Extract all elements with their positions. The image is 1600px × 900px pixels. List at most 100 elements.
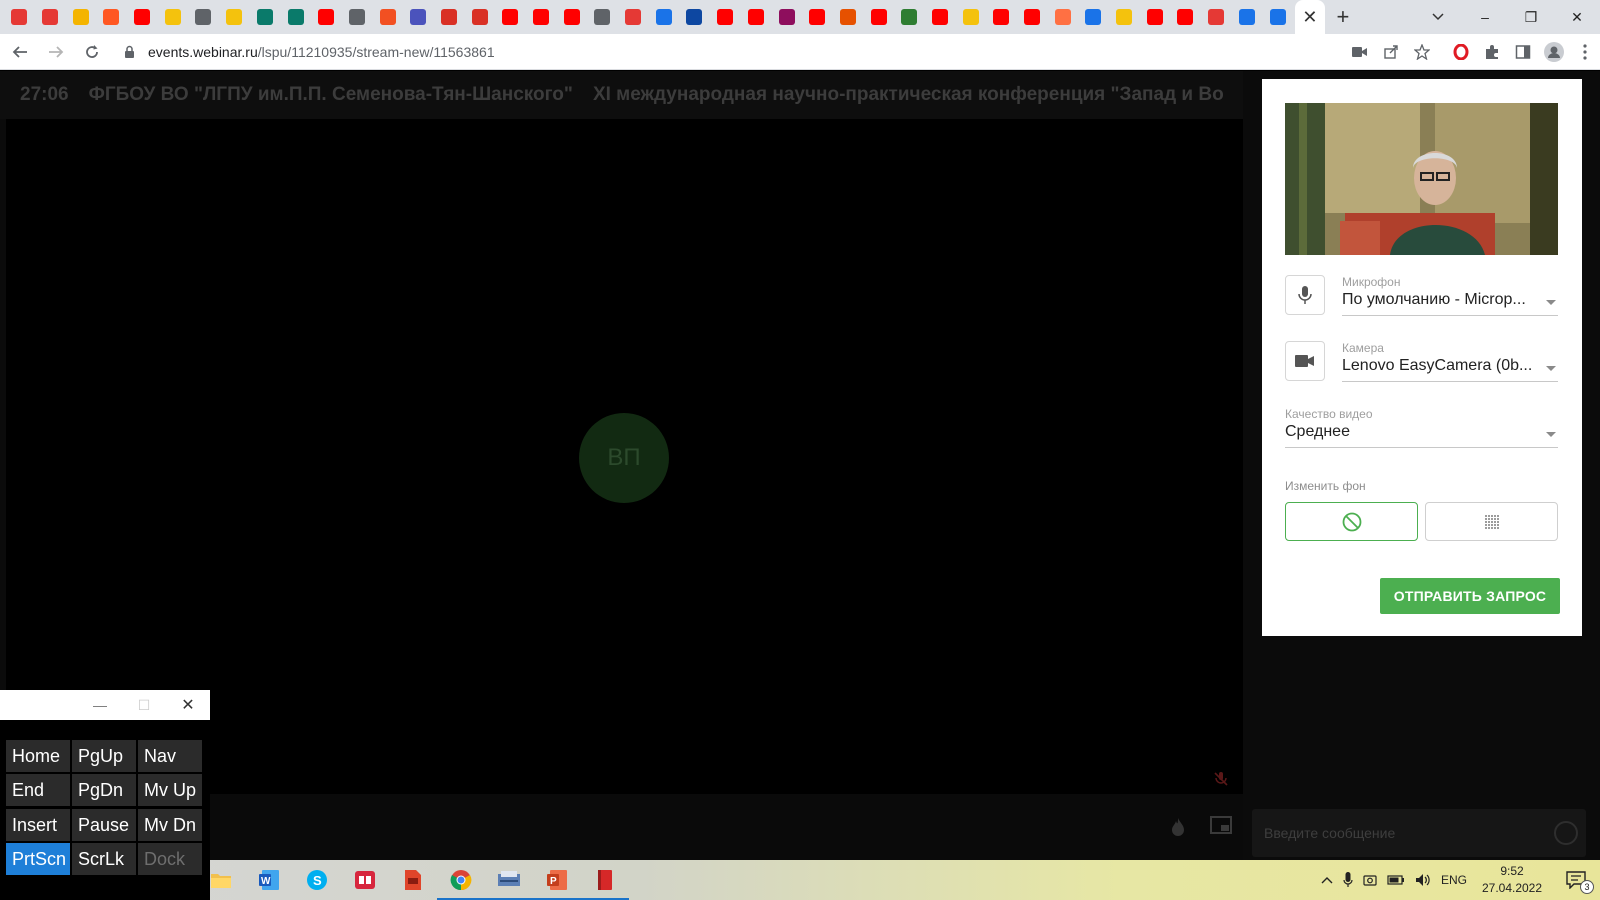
tab-favicon[interactable] xyxy=(1139,0,1170,34)
pdf-app-icon[interactable] xyxy=(399,866,427,894)
tab-favicon[interactable] xyxy=(955,0,986,34)
tab-favicon[interactable] xyxy=(495,0,526,34)
emoji-icon[interactable] xyxy=(1554,821,1578,845)
extensions-puzzle-icon[interactable] xyxy=(1476,37,1507,68)
new-tab-button[interactable]: + xyxy=(1325,0,1361,34)
osk-key-scrlk[interactable]: ScrLk xyxy=(72,843,136,875)
tab-favicon[interactable] xyxy=(1078,0,1109,34)
volume-icon[interactable] xyxy=(1410,860,1436,900)
tab-favicon[interactable] xyxy=(157,0,188,34)
picture-in-picture-icon[interactable] xyxy=(1208,812,1234,838)
tab-favicon[interactable] xyxy=(188,0,219,34)
chrome-icon[interactable] xyxy=(437,866,485,900)
osk-key-prtscn[interactable]: PrtScn xyxy=(6,843,70,875)
tab-favicon[interactable] xyxy=(1232,0,1263,34)
chrome-menu-icon[interactable] xyxy=(1569,37,1600,68)
tab-favicon[interactable] xyxy=(372,0,403,34)
tab-favicon[interactable] xyxy=(403,0,434,34)
bookmark-star-icon[interactable] xyxy=(1406,37,1437,68)
microphone-icon[interactable] xyxy=(1285,275,1325,315)
skype-icon[interactable]: S xyxy=(303,866,331,894)
tab-favicon[interactable] xyxy=(1262,0,1293,34)
tab-favicon[interactable] xyxy=(434,0,465,34)
tab-favicon[interactable] xyxy=(4,0,35,34)
input-language[interactable]: ENG xyxy=(1436,860,1472,900)
lock-icon[interactable] xyxy=(120,43,138,61)
osk-key-pgup[interactable]: PgUp xyxy=(72,740,136,772)
battery-icon[interactable] xyxy=(1382,860,1410,900)
tab-favicon[interactable] xyxy=(587,0,618,34)
tab-favicon[interactable] xyxy=(894,0,925,34)
close-window-button[interactable]: ✕ xyxy=(1554,0,1600,34)
camera-in-use-icon[interactable] xyxy=(1344,37,1375,68)
restore-button[interactable]: ❐ xyxy=(1508,0,1554,34)
word-icon[interactable]: W xyxy=(255,866,283,894)
tab-favicon[interactable] xyxy=(1109,0,1140,34)
microphone-tray-icon[interactable] xyxy=(1338,860,1358,900)
tab-favicon[interactable] xyxy=(1017,0,1048,34)
share-icon[interactable] xyxy=(1375,37,1406,68)
send-request-button[interactable]: ОТПРАВИТЬ ЗАПРОС xyxy=(1380,578,1560,614)
osk-key-dock[interactable]: Dock xyxy=(138,843,202,875)
video-quality-select[interactable]: Качество видео Среднее xyxy=(1285,407,1558,448)
tab-favicon[interactable] xyxy=(802,0,833,34)
tab-favicon[interactable] xyxy=(1047,0,1078,34)
minimize-button[interactable]: – xyxy=(1462,0,1508,34)
osk-key-end[interactable]: End xyxy=(6,774,70,806)
file-explorer-icon[interactable] xyxy=(207,866,235,894)
tab-favicon[interactable] xyxy=(833,0,864,34)
tab-favicon[interactable] xyxy=(618,0,649,34)
red-book-app-icon[interactable] xyxy=(581,866,629,900)
osk-key-home[interactable]: Home xyxy=(6,740,70,772)
tab-favicon[interactable] xyxy=(65,0,96,34)
tab-favicon[interactable] xyxy=(679,0,710,34)
osk-minimize-button[interactable]: — xyxy=(78,690,122,720)
side-panel-icon[interactable] xyxy=(1507,37,1538,68)
tab-search-button[interactable] xyxy=(1421,0,1455,34)
tab-favicon[interactable] xyxy=(771,0,802,34)
osk-key-pgdn[interactable]: PgDn xyxy=(72,774,136,806)
camera-icon[interactable] xyxy=(1285,341,1325,381)
no-background-option[interactable] xyxy=(1285,502,1418,541)
reload-button[interactable] xyxy=(76,36,108,68)
address-bar[interactable]: events.webinar.ru/lspu/11210935/stream-n… xyxy=(110,37,1315,67)
tab-favicon[interactable] xyxy=(219,0,250,34)
tab-favicon[interactable] xyxy=(741,0,772,34)
camera-select[interactable]: Камера Lenovo EasyCamera (0b... xyxy=(1342,341,1558,382)
show-hidden-icons-chevron-icon[interactable] xyxy=(1316,860,1338,900)
tab-favicon[interactable] xyxy=(127,0,158,34)
osk-key-insert[interactable]: Insert xyxy=(6,809,70,841)
tab-favicon[interactable] xyxy=(863,0,894,34)
tab-favicon[interactable] xyxy=(1201,0,1232,34)
tab-favicon[interactable] xyxy=(342,0,373,34)
osk-close-button[interactable]: ✕ xyxy=(166,690,210,720)
profile-avatar-icon[interactable] xyxy=(1538,37,1569,68)
reactions-fire-icon[interactable] xyxy=(1165,814,1191,840)
powerpoint-icon[interactable]: P xyxy=(533,866,581,900)
tab-favicon[interactable] xyxy=(556,0,587,34)
opera-extension-icon[interactable] xyxy=(1445,37,1476,68)
tab-favicon[interactable] xyxy=(96,0,127,34)
blur-background-option[interactable] xyxy=(1425,502,1558,541)
tab-favicon[interactable] xyxy=(526,0,557,34)
back-button[interactable] xyxy=(4,36,36,68)
system-clock[interactable]: 9:52 27.04.2022 xyxy=(1472,863,1552,897)
reader-app-icon[interactable] xyxy=(351,866,379,894)
osk-maximize-button[interactable]: ☐ xyxy=(122,690,166,720)
tab-favicon[interactable] xyxy=(250,0,281,34)
osk-key-mv-up[interactable]: Mv Up xyxy=(138,774,202,806)
chat-message-input[interactable]: Введите сообщение xyxy=(1252,809,1586,857)
active-tab-close-button[interactable]: ✕ xyxy=(1294,0,1325,34)
scanner-app-icon[interactable] xyxy=(485,866,533,900)
tab-favicon[interactable] xyxy=(311,0,342,34)
notifications-button[interactable]: 3 xyxy=(1552,860,1600,900)
tab-favicon[interactable] xyxy=(35,0,66,34)
forward-button[interactable] xyxy=(40,36,72,68)
tab-favicon[interactable] xyxy=(464,0,495,34)
tab-favicon[interactable] xyxy=(1170,0,1201,34)
tab-favicon[interactable] xyxy=(648,0,679,34)
tab-favicon[interactable] xyxy=(710,0,741,34)
tab-favicon[interactable] xyxy=(986,0,1017,34)
osk-key-pause[interactable]: Pause xyxy=(72,809,136,841)
osk-key-mv-dn[interactable]: Mv Dn xyxy=(138,809,202,841)
